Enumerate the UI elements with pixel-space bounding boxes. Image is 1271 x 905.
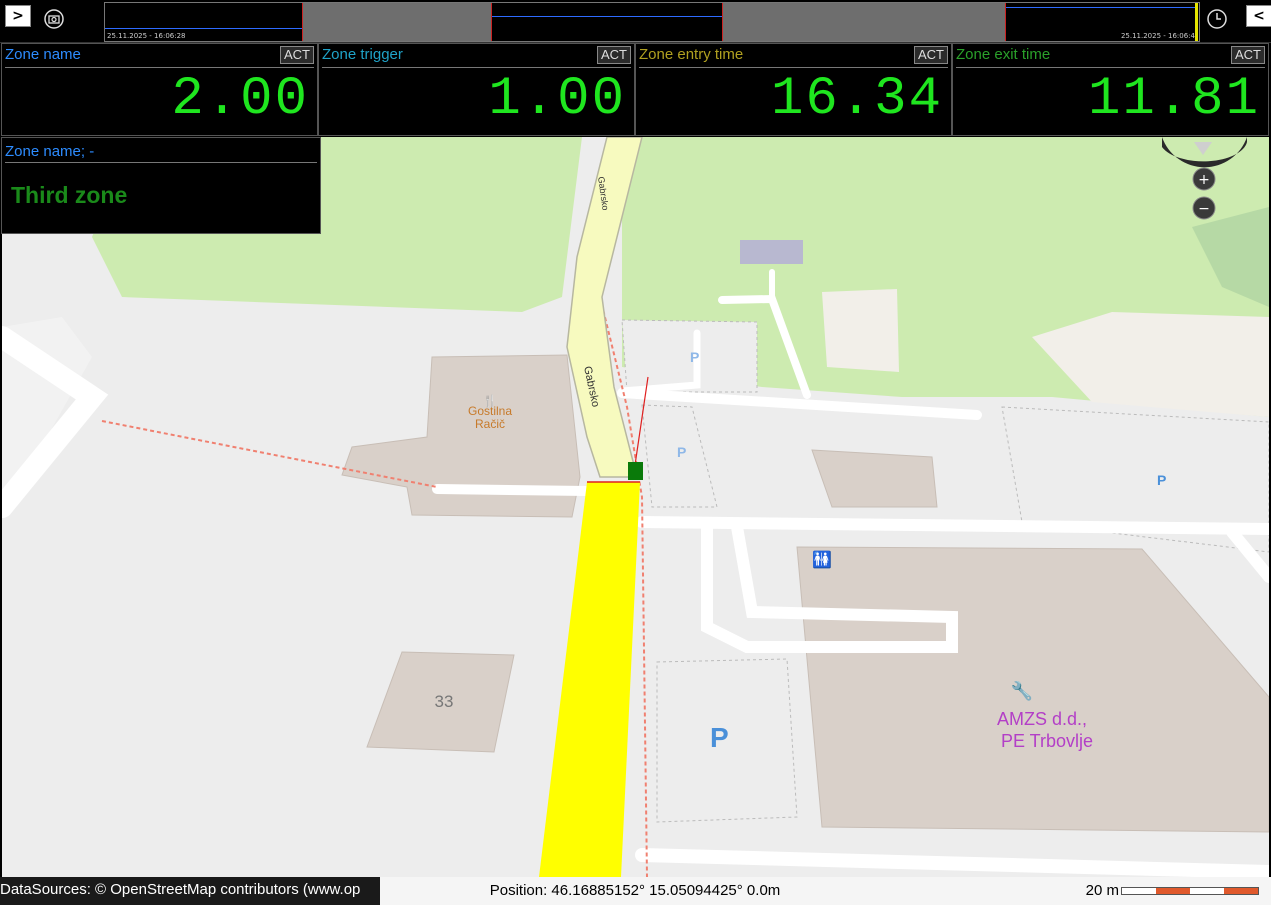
panel-label: Zone trigger bbox=[322, 46, 403, 63]
parking-label-2: P bbox=[677, 444, 686, 460]
panel-label: Zone exit time bbox=[956, 46, 1051, 63]
zoom-in-button[interactable]: + bbox=[1192, 167, 1216, 191]
panel-value: 1.00 bbox=[488, 69, 626, 130]
panel-zone-exit-time: Zone exit time ACT 11.81 bbox=[952, 43, 1269, 136]
zone-name-value: Third zone bbox=[11, 182, 128, 208]
house-number: 33 bbox=[435, 692, 454, 711]
act-button[interactable]: ACT bbox=[597, 46, 631, 64]
scale-bar: 20 m bbox=[890, 877, 1271, 905]
timeline-track[interactable]: 25.11.2025 - 16:06:28 25.11.2025 - 16:06… bbox=[104, 2, 1200, 42]
clock-icon[interactable] bbox=[1206, 8, 1228, 30]
parking-label-3: P bbox=[1157, 472, 1166, 488]
panel-zone-entry-time: Zone entry time ACT 16.34 bbox=[635, 43, 952, 136]
timeline-start-label: 25.11.2025 - 16:06:28 bbox=[107, 32, 186, 40]
scale-bar-graphic bbox=[1121, 887, 1259, 895]
poi-company-name: AMZS d.d., bbox=[997, 709, 1087, 729]
parking-label-4: P bbox=[710, 722, 729, 753]
car-repair-icon: 🔧 bbox=[1011, 680, 1033, 702]
act-button[interactable]: ACT bbox=[914, 46, 948, 64]
panel-zone-trigger: Zone trigger ACT 1.00 bbox=[318, 43, 635, 136]
panel-value: 16.34 bbox=[770, 69, 943, 130]
panel-zone-name: Zone name ACT 2.00 bbox=[1, 43, 318, 136]
zone-name-label: Zone name; - bbox=[5, 143, 95, 160]
svg-text:−: − bbox=[1198, 201, 1210, 217]
panel-label: Zone entry time bbox=[639, 46, 744, 63]
map-view[interactable]: Gabrsko Gabrsko Gostilna Račič 🍴 AMZS d.… bbox=[2, 137, 1269, 877]
panel-value: 2.00 bbox=[171, 69, 309, 130]
act-button[interactable]: ACT bbox=[1231, 46, 1265, 64]
scale-label: 20 m bbox=[1085, 882, 1119, 899]
poi-company-branch: PE Trbovlje bbox=[1001, 731, 1093, 751]
svg-text:+: + bbox=[1198, 172, 1210, 188]
timeline-end-label: 25.11.2025 - 16:06:4 bbox=[1120, 32, 1195, 40]
zoom-out-button[interactable]: − bbox=[1192, 196, 1216, 220]
panel-label: Zone name bbox=[5, 46, 81, 63]
status-bar: DataSources: © OpenStreetMap contributor… bbox=[0, 877, 1271, 905]
map-attribution: DataSources: © OpenStreetMap contributor… bbox=[0, 877, 380, 905]
poi-restaurant-town: Račič bbox=[475, 417, 505, 431]
position-readout: Position: 46.16885152° 15.05094425° 0.0m bbox=[380, 877, 890, 905]
restaurant-icon: 🍴 bbox=[483, 394, 498, 408]
panel-value: 11.81 bbox=[1087, 69, 1260, 130]
expand-left-button[interactable]: > bbox=[5, 5, 31, 27]
camera-icon[interactable] bbox=[43, 8, 65, 30]
zone-name-panel: Zone name; - Third zone bbox=[1, 137, 321, 234]
parking-label-1: P bbox=[690, 349, 699, 365]
vehicle-marker bbox=[628, 462, 643, 480]
expand-right-button[interactable]: < bbox=[1246, 5, 1271, 27]
timeline-toolbar: > 25.11.2025 - 16:06:28 25.11.2025 - 16:… bbox=[0, 0, 1271, 43]
toilets-icon: 🚻 bbox=[812, 550, 832, 569]
act-button[interactable]: ACT bbox=[280, 46, 314, 64]
